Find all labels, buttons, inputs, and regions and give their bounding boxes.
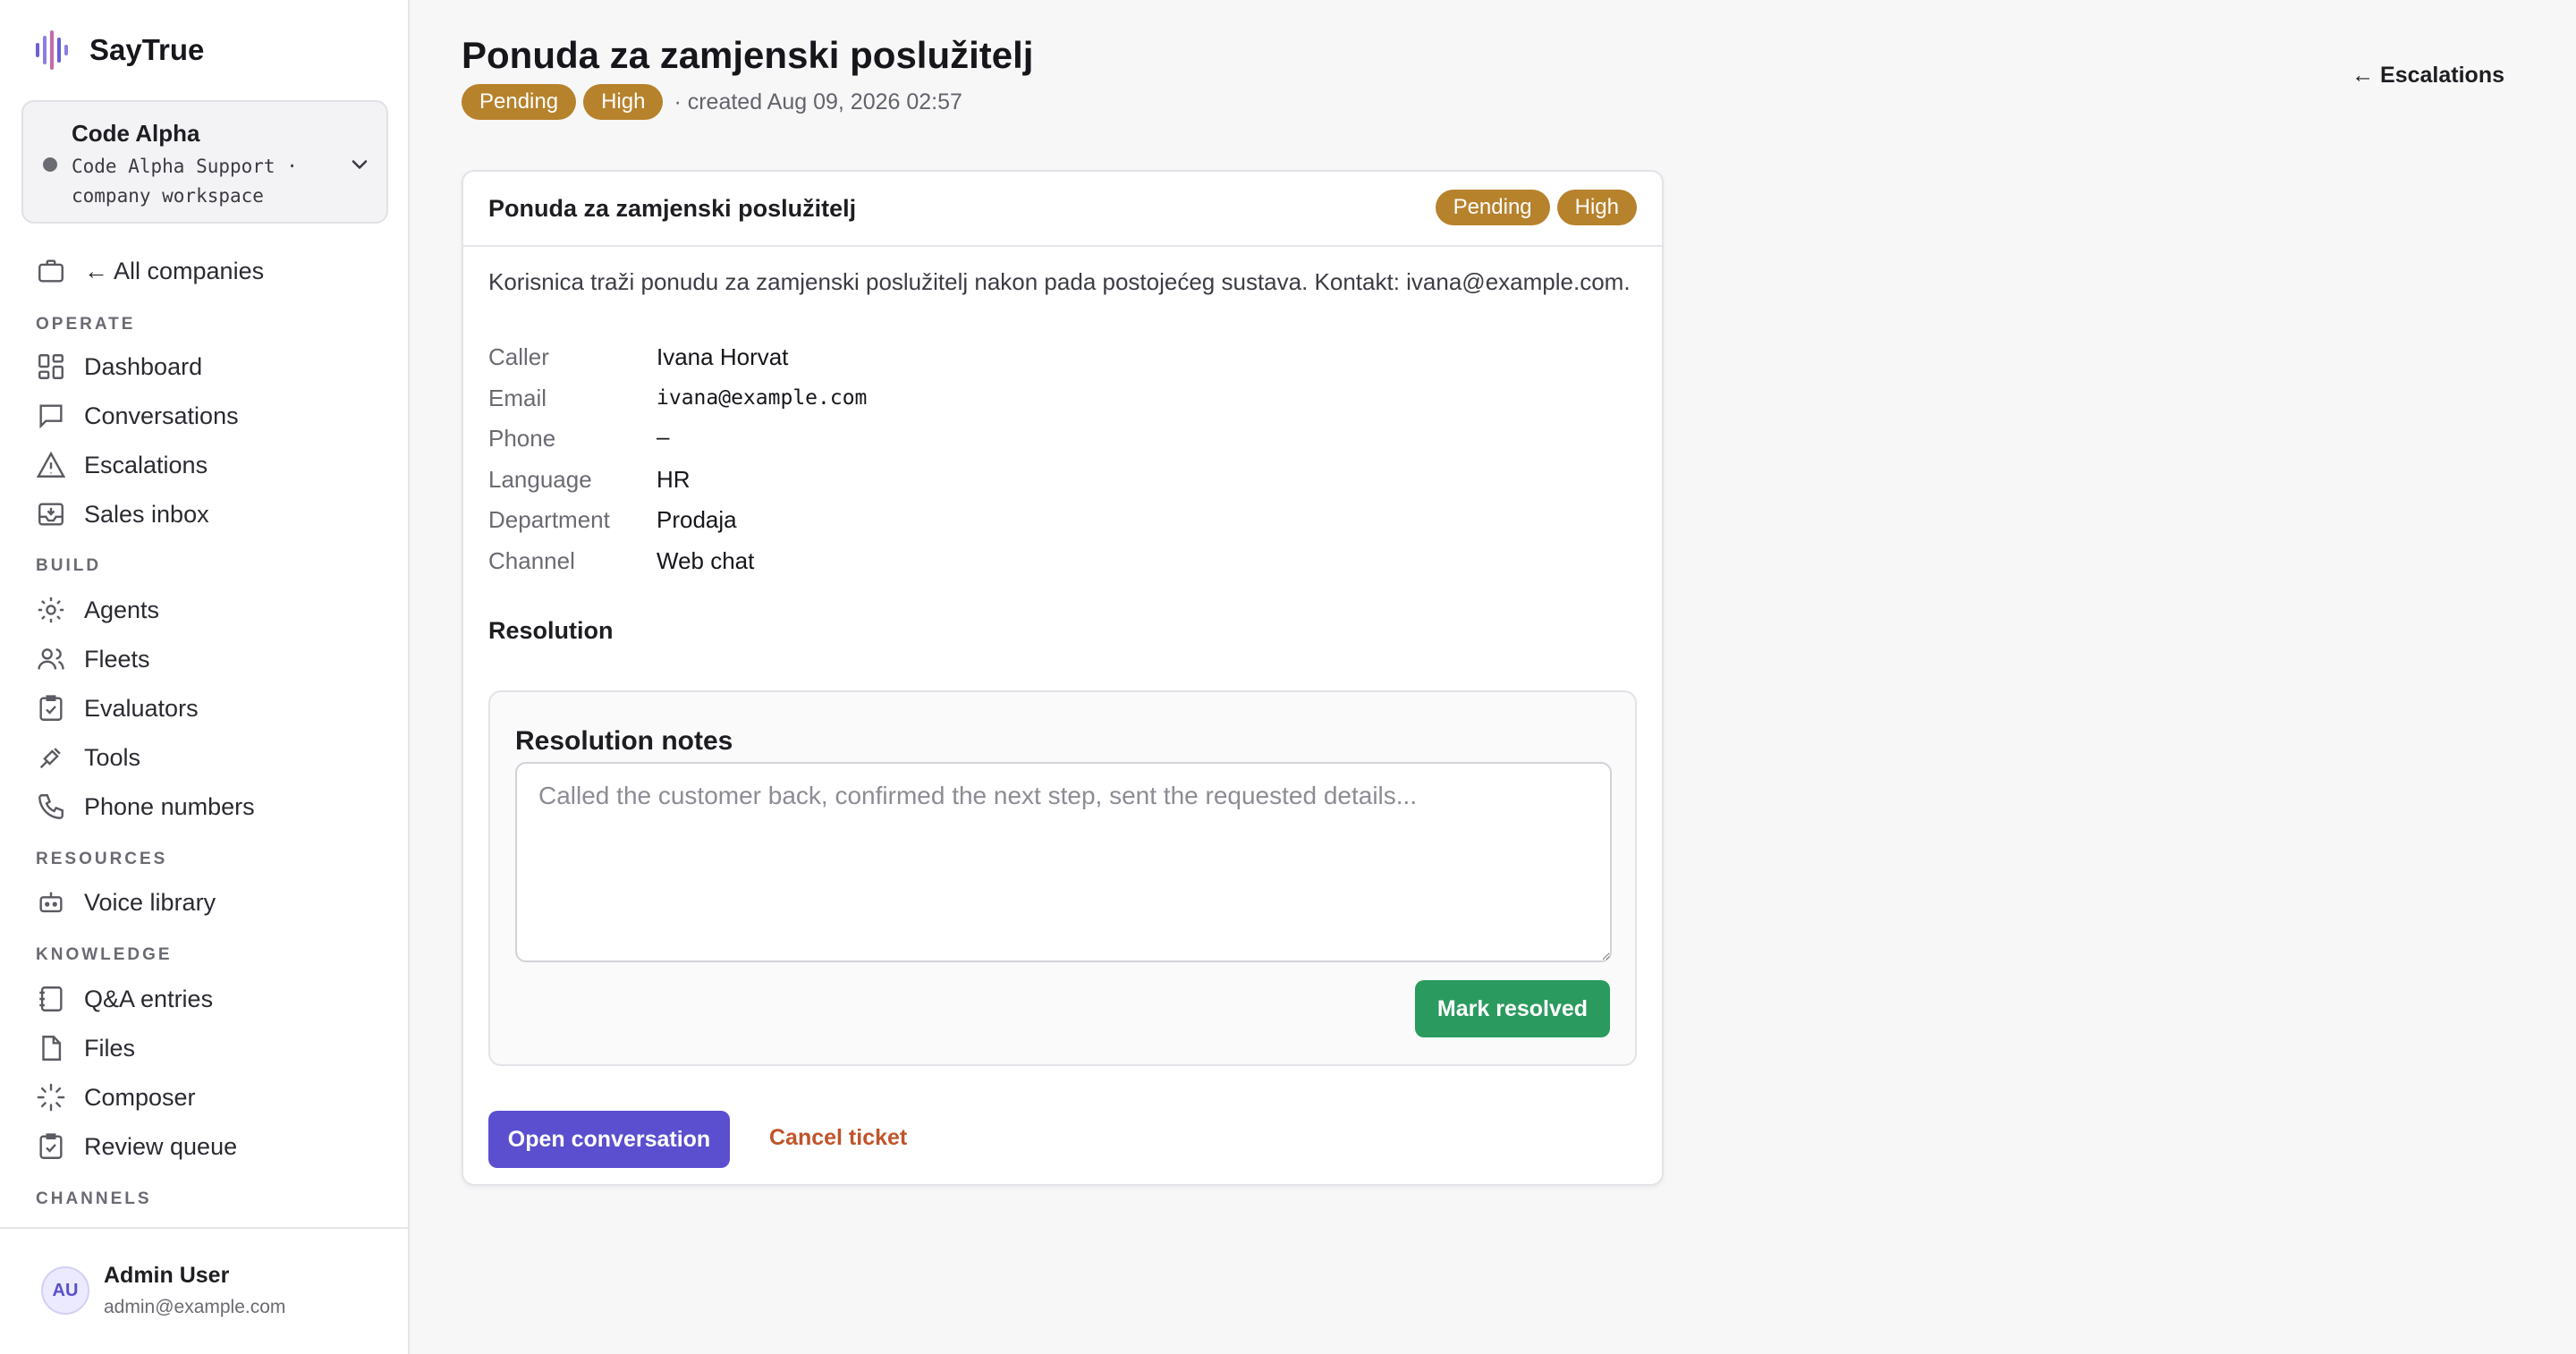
language-label: Language (488, 466, 592, 493)
phone-label: Phone (488, 425, 556, 452)
link-icon (39, 748, 61, 769)
workspace-subtitle: Code Alpha Support · company workspace (72, 156, 298, 207)
workspace-switcher[interactable]: Code Alpha Code Alpha Support · company … (21, 100, 388, 224)
section-build: BUILD (36, 556, 102, 575)
status-dot-icon (43, 157, 57, 172)
phone-value: – (657, 423, 670, 450)
open-conversation-button[interactable]: Open conversation (488, 1111, 730, 1168)
ticket-card: Ponuda za zamjenski poslužitelj Pending … (462, 170, 1664, 1186)
status-badge: Pending (1435, 190, 1550, 225)
channel-value: Web chat (657, 547, 755, 574)
sidebar-item-label: Tools (84, 743, 141, 771)
resolution-notes-input[interactable] (515, 762, 1612, 962)
sidebar-item-label: Escalations (84, 451, 208, 478)
sidebar-item-fleets[interactable]: Fleets (36, 639, 385, 680)
dashboard-icon (38, 354, 64, 379)
avatar[interactable]: AU (41, 1266, 89, 1315)
channel-label: Channel (488, 547, 575, 574)
sidebar-item-escalations[interactable]: Escalations (36, 444, 385, 486)
sidebar-item-label: Agents (84, 596, 160, 623)
language-value: HR (657, 466, 691, 493)
sidebar: SayTrue Code Alpha Code Alpha Support · … (0, 0, 410, 1354)
clipboard-check-icon (39, 1133, 63, 1159)
sidebar-item-evaluators[interactable]: Evaluators (36, 688, 385, 729)
phone-icon (38, 794, 64, 819)
file-icon (42, 1036, 62, 1061)
section-resources: RESOURCES (36, 850, 168, 868)
sidebar-item-tools[interactable]: Tools (36, 737, 385, 778)
sidebar-item-agents[interactable]: Agents (36, 589, 385, 630)
email-label: Email (488, 385, 547, 411)
sidebar-item-qa-entries[interactable]: Q&A entries (36, 978, 385, 1020)
resolution-notes-label: Resolution notes (515, 726, 733, 756)
sidebar-item-phone-numbers[interactable]: Phone numbers (36, 786, 385, 827)
brand[interactable]: SayTrue (34, 30, 204, 70)
sidebar-divider (0, 1227, 410, 1229)
back-to-escalations-link[interactable]: ← Escalations (2351, 63, 2504, 89)
sidebar-item-label: Dashboard (84, 352, 203, 380)
ticket-description: Korisnica traži ponudu za zamjenski posl… (488, 268, 1631, 295)
brand-name: SayTrue (89, 33, 205, 66)
sidebar-item-label: Review queue (84, 1132, 238, 1160)
ticket-title: Ponuda za zamjenski poslužitelj (488, 195, 857, 222)
sidebar-item-label: Q&A entries (84, 985, 214, 1012)
chat-bubble-icon (39, 404, 63, 429)
sidebar-item-label: Phone numbers (84, 792, 255, 820)
logo-icon (36, 30, 68, 70)
ticket-card-header: Ponuda za zamjenski poslužitelj Pending … (463, 172, 1662, 247)
workspace-name: Code Alpha (72, 120, 200, 147)
sidebar-item-label: Composer (84, 1083, 196, 1111)
resolution-form: Resolution notes Mark resolved (488, 690, 1637, 1066)
sidebar-item-label: Files (84, 1034, 136, 1062)
users-icon (38, 648, 64, 670)
notebook-icon (39, 986, 63, 1011)
status-badge: Pending (462, 84, 577, 120)
priority-badge: High (1556, 190, 1637, 225)
user-email: admin@example.com (104, 1297, 286, 1317)
caller-label: Caller (488, 343, 549, 370)
section-operate: OPERATE (36, 315, 136, 334)
email-value: ivana@example.com (657, 386, 868, 410)
mark-resolved-button[interactable]: Mark resolved (1415, 980, 1610, 1037)
created-timestamp: · created Aug 09, 2026 02:57 (674, 89, 962, 114)
sidebar-item-files[interactable]: Files (36, 1028, 385, 1069)
sparkle-icon (37, 1083, 65, 1112)
section-knowledge: KNOWLEDGE (36, 945, 173, 964)
ticket-meta: Pending High · created Aug 09, 2026 02:5… (462, 84, 962, 120)
gear-icon (38, 597, 64, 623)
sidebar-item-label: Conversations (84, 402, 239, 429)
department-value: Prodaja (657, 506, 737, 533)
sidebar-item-composer[interactable]: Composer (36, 1077, 385, 1118)
all-companies-label: ← All companies (84, 257, 265, 284)
sidebar-item-review-queue[interactable]: Review queue (36, 1126, 385, 1167)
sidebar-item-conversations[interactable]: Conversations (36, 395, 385, 436)
all-companies-link[interactable]: ← All companies (36, 250, 385, 292)
caller-value: Ivana Horvat (657, 343, 789, 370)
department-label: Department (488, 506, 610, 533)
sidebar-item-label: Fleets (84, 645, 150, 673)
section-channels: CHANNELS (36, 1189, 152, 1208)
sidebar-item-dashboard[interactable]: Dashboard (36, 346, 385, 387)
sidebar-item-sales-inbox[interactable]: Sales inbox (36, 494, 385, 535)
warning-icon (36, 451, 66, 478)
inbox-icon (38, 503, 64, 526)
ticket-badges: Pending High (1435, 190, 1637, 225)
user-name: Admin User (104, 1263, 230, 1288)
briefcase-icon (38, 259, 64, 283)
priority-badge: High (583, 84, 664, 120)
sidebar-item-label: Sales inbox (84, 500, 209, 528)
resolution-heading: Resolution (488, 617, 614, 644)
robot-icon (39, 892, 63, 913)
sidebar-item-voice-library[interactable]: Voice library (36, 882, 385, 923)
shield-check-icon (39, 695, 63, 721)
page-title: Ponuda za zamjenski poslužitelj (462, 34, 1034, 76)
chevron-down-icon (352, 160, 368, 169)
cancel-ticket-link[interactable]: Cancel ticket (769, 1125, 907, 1151)
sidebar-item-label: Evaluators (84, 694, 199, 722)
sidebar-item-label: Voice library (84, 888, 216, 916)
